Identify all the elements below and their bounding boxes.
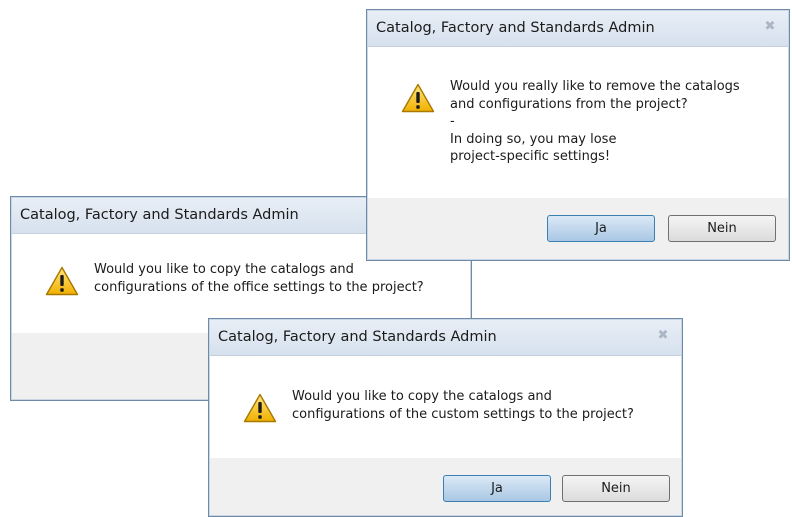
close-icon[interactable]: ✖ (761, 19, 779, 35)
warning-icon (243, 393, 277, 423)
message-line: Would you like to copy the catalogs and (292, 389, 552, 404)
message-line: In doing so, you may lose (450, 131, 617, 147)
message-line: configurations of the office settings to… (94, 279, 424, 295)
dialog-message: Would you like to copy the catalogs and … (292, 388, 634, 423)
dialog-title: Catalog, Factory and Standards Admin (20, 207, 299, 223)
dialog-title-bar[interactable]: Catalog, Factory and Standards Admin ✖ (210, 320, 681, 356)
dialog-title-bar[interactable]: Catalog, Factory and Standards Admin ✖ (368, 11, 788, 47)
dialog-message: Would you really like to remove the cata… (450, 78, 740, 166)
message-line: and configurations from the project? (450, 96, 688, 112)
dialog-message: Would you like to copy the catalogs and … (94, 261, 424, 296)
dialog-button-bar: Ja Nein (210, 458, 681, 515)
dialog-title: Catalog, Factory and Standards Admin (376, 20, 655, 36)
dialog-button-bar: Ja Nein (368, 198, 788, 259)
yes-button[interactable]: Ja (443, 475, 551, 502)
dialog-copy-custom-settings: Catalog, Factory and Standards Admin ✖ W… (208, 318, 683, 517)
message-line: Would you like to copy the catalogs and (94, 262, 354, 277)
dialog-remove-catalogs: Catalog, Factory and Standards Admin ✖ W… (366, 9, 790, 261)
yes-button[interactable]: Ja (547, 215, 655, 242)
no-button[interactable]: Nein (668, 215, 776, 242)
message-line: Would you really like to remove the cata… (450, 79, 740, 94)
close-icon[interactable]: ✖ (654, 328, 672, 344)
warning-icon (45, 266, 79, 296)
dialog-body: Would you like to copy the catalogs and … (210, 356, 681, 458)
no-button[interactable]: Nein (562, 475, 670, 502)
message-line: - (450, 114, 455, 129)
message-line: configurations of the custom settings to… (292, 406, 634, 422)
message-line: project-specific settings! (450, 149, 611, 164)
dialog-title: Catalog, Factory and Standards Admin (218, 329, 497, 345)
warning-icon (401, 83, 435, 113)
dialog-body: Would you really like to remove the cata… (368, 47, 788, 199)
